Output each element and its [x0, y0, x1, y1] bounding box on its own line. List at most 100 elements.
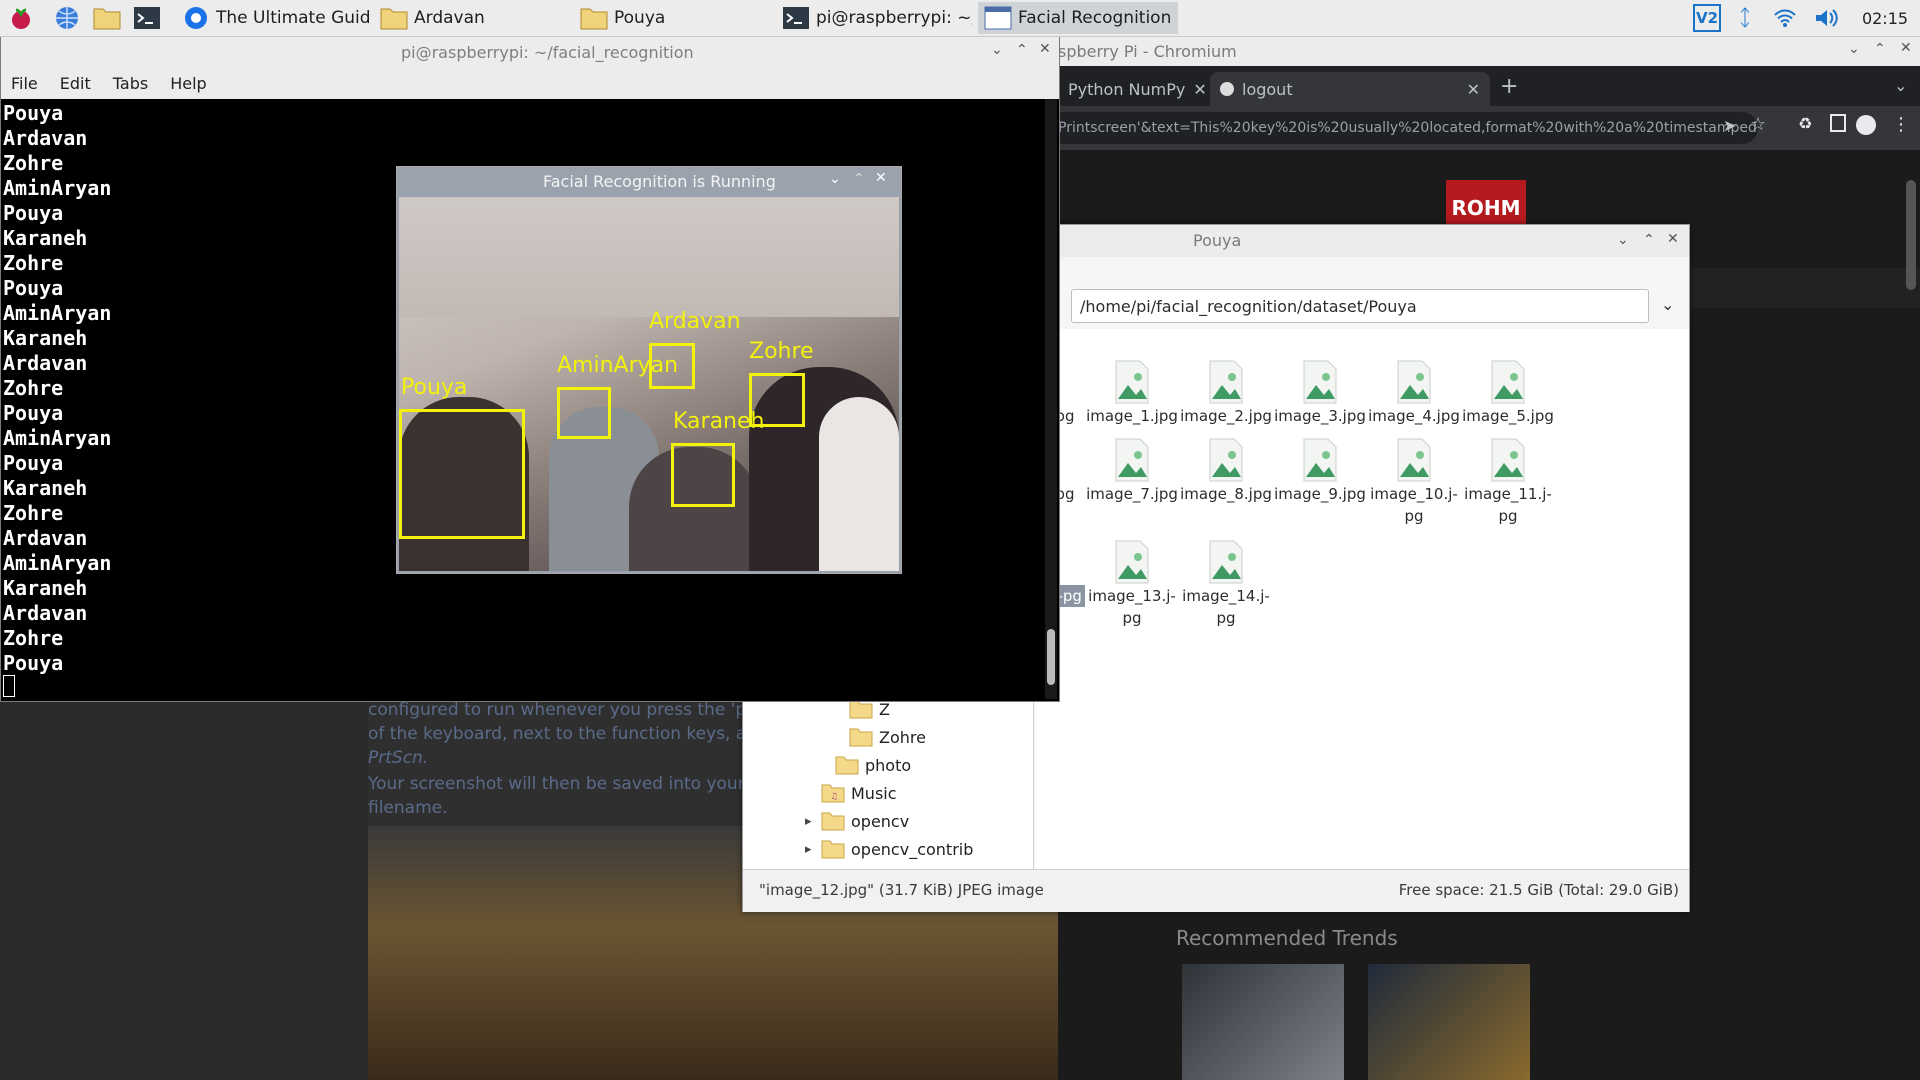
file-item[interactable]: image_7.jpg: [1085, 437, 1179, 505]
extensions-icon[interactable]: ♻: [1798, 114, 1812, 133]
terminal-line: Karaneh: [3, 576, 88, 600]
profile-avatar-icon[interactable]: [1856, 115, 1876, 135]
face-box-pouya: [399, 409, 525, 539]
folder-icon: [835, 756, 859, 775]
tree-folder-item[interactable]: ▸ opencv_contrib: [805, 835, 973, 863]
side-panel-icon[interactable]: [1830, 114, 1846, 132]
close-icon[interactable]: ✕: [875, 170, 887, 186]
ceiling: [399, 197, 899, 317]
task-terminal[interactable]: pi@raspberrypi: ~/fa...: [776, 2, 972, 34]
file-item[interactable]: image_1.jpg: [1085, 359, 1179, 427]
folder-icon: [849, 728, 873, 747]
minimize-icon[interactable]: ⌄: [829, 171, 841, 187]
path-history-dropdown-icon[interactable]: ⌄: [1661, 295, 1674, 314]
trend-thumbnail[interactable]: [1182, 964, 1344, 1080]
task-label: Ardavan: [414, 8, 485, 28]
file-item[interactable]: image_3.jpg: [1273, 359, 1367, 427]
maximize-icon[interactable]: ⌃: [1016, 42, 1028, 58]
terminal-launcher-icon[interactable]: [132, 3, 162, 33]
file-item[interactable]: image_5.jpg: [1461, 359, 1555, 427]
image-file-icon: [1209, 540, 1243, 584]
terminal-line: Ardavan: [3, 601, 88, 625]
close-tab-icon[interactable]: ✕: [1193, 80, 1206, 99]
maximize-icon[interactable]: ⌃: [1643, 232, 1655, 248]
terminal-line: Pouya: [3, 651, 64, 675]
task-facial-recognition[interactable]: Facial Recognition is...: [978, 2, 1178, 34]
clock[interactable]: 02:15: [1858, 0, 1912, 36]
article-line: filename.: [368, 798, 448, 818]
tree-folder-item[interactable]: ▸ opencv: [805, 807, 909, 835]
minimize-icon[interactable]: ⌄: [1617, 232, 1629, 248]
minimize-icon[interactable]: ⌄: [1848, 41, 1860, 57]
minimize-icon[interactable]: ⌄: [991, 42, 1003, 58]
expand-arrow-icon[interactable]: ▸: [805, 842, 815, 857]
folder-tree: Z Zohre photo ♫ Music ▸ opencv ▸ opencv_contr…: [743, 695, 1034, 869]
expand-arrow-icon[interactable]: [819, 758, 829, 773]
volume-icon[interactable]: [1810, 0, 1844, 36]
tree-folder-item[interactable]: ♫ Music: [805, 779, 897, 807]
file-item[interactable]: image_8.jpg: [1179, 437, 1273, 505]
file-item[interactable]: image_11.j-pg: [1461, 437, 1555, 527]
camera-feed: Pouya AminAryan Ardavan Zohre Karaneh: [399, 197, 899, 571]
close-tab-icon[interactable]: ✕: [1467, 80, 1480, 99]
close-icon[interactable]: ✕: [1900, 40, 1912, 56]
close-icon[interactable]: ✕: [1667, 231, 1679, 247]
vnc-label: V2: [1693, 4, 1721, 32]
person-silhouette: [819, 397, 899, 571]
raspberry-menu-icon[interactable]: [6, 3, 36, 33]
terminal-scrollbar[interactable]: [1045, 99, 1057, 699]
new-tab-icon[interactable]: +: [1500, 74, 1518, 99]
tree-folder-item[interactable]: photo: [819, 751, 911, 779]
expand-arrow-icon[interactable]: [833, 730, 843, 745]
path-field[interactable]: /home/pi/facial_recognition/dataset/Pouy…: [1071, 289, 1649, 323]
file-item[interactable]: image_9.jpg: [1273, 437, 1367, 505]
task-folder-ardavan[interactable]: Ardavan: [374, 2, 570, 34]
tree-folder-item[interactable]: Zohre: [833, 723, 926, 751]
tab-logout[interactable]: logout ✕: [1210, 72, 1490, 106]
window-title: Pouya: [1193, 231, 1242, 250]
vnc-tray-icon[interactable]: V2: [1690, 0, 1724, 36]
bookmark-star-icon[interactable]: ☆: [1750, 114, 1766, 135]
task-chromium[interactable]: The Ultimate Guide t...: [176, 2, 370, 34]
file-manager-launcher-icon[interactable]: [92, 3, 122, 33]
file-item[interactable]: image_13.j-pg: [1085, 539, 1179, 629]
expand-arrow-icon[interactable]: ▸: [805, 814, 815, 829]
browser-launcher-icon[interactable]: [52, 3, 82, 33]
folder-icon: [821, 840, 845, 859]
status-selection: "image_12.jpg" (31.7 KiB) JPEG image: [759, 881, 1044, 899]
maximize-icon[interactable]: ⌃: [853, 171, 865, 187]
bluetooth-icon[interactable]: ᛨ: [1730, 0, 1760, 36]
terminal-line: Pouya: [3, 101, 64, 125]
file-item[interactable]: image_14.j-pg: [1179, 539, 1273, 629]
menu-tabs[interactable]: Tabs: [113, 74, 148, 93]
file-name: image_14.j-pg: [1182, 587, 1270, 627]
face-box-ardavan: [649, 343, 695, 389]
window-title: Facial Recognition is Running: [543, 172, 776, 191]
expand-arrow-icon[interactable]: [805, 786, 815, 801]
tree-label: Zohre: [879, 727, 926, 747]
file-name: image_1.jpg: [1086, 407, 1178, 425]
file-item[interactable]: image_4.jpg: [1367, 359, 1461, 427]
task-folder-pouya[interactable]: Pouya: [574, 2, 770, 34]
file-item[interactable]: image_10.j-pg: [1367, 437, 1461, 527]
scrollbar-thumb[interactable]: [1047, 629, 1055, 685]
trend-thumbnail[interactable]: [1368, 964, 1530, 1080]
tab-search-icon[interactable]: ⌄: [1894, 76, 1907, 95]
expand-arrow-icon[interactable]: [833, 702, 843, 717]
menu-edit[interactable]: Edit: [60, 74, 91, 93]
address-bar[interactable]: Printscreen'&text=This%20key%20is%20usua…: [1058, 112, 1758, 144]
more-menu-icon[interactable]: ⋮: [1892, 114, 1910, 135]
page-scrollbar[interactable]: [1906, 180, 1916, 290]
maximize-icon[interactable]: ⌃: [1874, 41, 1886, 57]
send-icon[interactable]: ➤: [1723, 116, 1736, 135]
wifi-icon[interactable]: [1768, 0, 1802, 36]
file-item[interactable]: image_2.jpg: [1179, 359, 1273, 427]
file-name: image_11.j-pg: [1464, 485, 1552, 525]
face-box-karaneh: [671, 443, 735, 507]
task-label: Facial Recognition is...: [1018, 8, 1178, 28]
menu-help[interactable]: Help: [170, 74, 206, 93]
tab-python-numpy[interactable]: Python NumPy ✕: [1058, 72, 1208, 106]
image-file-icon: [1115, 360, 1149, 404]
close-icon[interactable]: ✕: [1039, 41, 1051, 57]
menu-file[interactable]: File: [11, 74, 38, 93]
